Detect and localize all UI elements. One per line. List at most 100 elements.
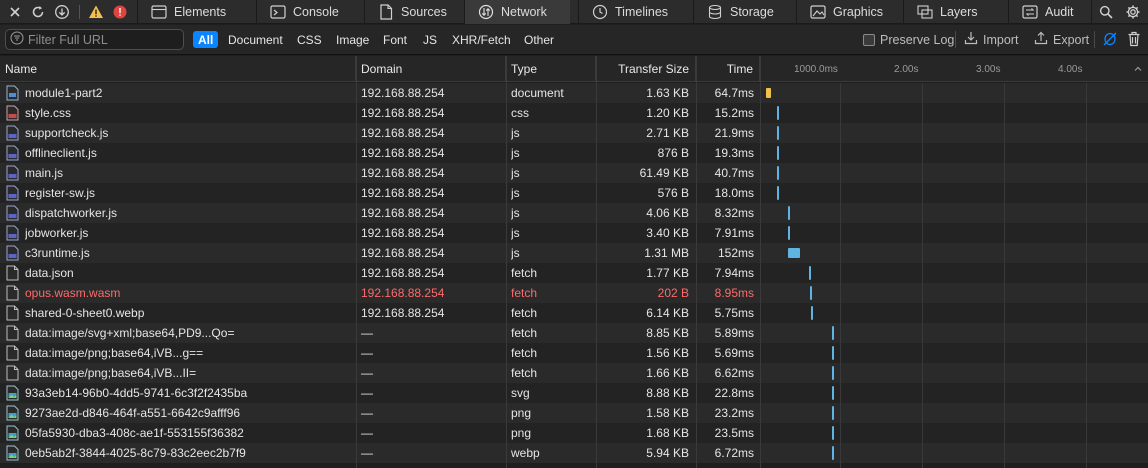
table-row[interactable]: 93a3eb14-96b0-4dd5-9741-6c3f2f2435ba — svg… bbox=[0, 383, 1148, 403]
table-row[interactable]: data:image/png;base64,iVB...II= — fetch 1.6… bbox=[0, 363, 1148, 383]
disable-cache-icon[interactable] bbox=[1100, 29, 1120, 49]
request-name: module1-part2 bbox=[25, 86, 103, 100]
table-row[interactable]: data.json 192.168.88.254 fetch 1.77 KB 7.94m… bbox=[0, 263, 1148, 283]
request-type: js bbox=[511, 146, 520, 160]
timeline-bar[interactable] bbox=[832, 426, 834, 440]
gear-icon[interactable] bbox=[1123, 2, 1143, 22]
timeline-bar[interactable] bbox=[811, 306, 813, 320]
timeline-bar[interactable] bbox=[788, 206, 790, 220]
timeline-bar[interactable] bbox=[809, 266, 811, 280]
tab-console[interactable]: Console bbox=[256, 0, 357, 24]
tab-elements[interactable]: Elements bbox=[137, 0, 240, 24]
request-name: jobworker.js bbox=[25, 226, 89, 240]
request-type: js bbox=[511, 126, 520, 140]
table-row[interactable]: register-sw.js 192.168.88.254 js 576 B 18.0m… bbox=[0, 183, 1148, 203]
reload-icon[interactable] bbox=[28, 2, 48, 22]
script-file-icon bbox=[6, 165, 19, 181]
timeline-bar[interactable] bbox=[788, 248, 800, 258]
filter-type-document[interactable]: Document bbox=[223, 31, 288, 48]
request-name: opus.wasm.wasm bbox=[25, 286, 121, 300]
column-divider bbox=[356, 56, 357, 468]
image-file-icon bbox=[6, 445, 19, 461]
table-row[interactable]: 05fa5930-dba3-408c-ae1f-553155f36382 — png… bbox=[0, 423, 1148, 443]
trash-icon[interactable] bbox=[1124, 29, 1144, 49]
table-row[interactable]: offlineclient.js 192.168.88.254 js 876 B 19.… bbox=[0, 143, 1148, 163]
request-transfer-size: 576 B bbox=[657, 186, 689, 200]
filter-type-all[interactable]: All bbox=[193, 31, 219, 48]
filter-type-css[interactable]: CSS bbox=[292, 31, 327, 48]
table-row[interactable]: module1-part2 192.168.88.254 document 1.63 … bbox=[0, 83, 1148, 103]
timeline-bar[interactable] bbox=[788, 226, 790, 240]
chevron-up-icon[interactable] bbox=[1133, 63, 1143, 77]
timeline-bar[interactable] bbox=[777, 166, 779, 180]
request-domain: 192.168.88.254 bbox=[361, 86, 445, 100]
request-type: js bbox=[511, 166, 520, 180]
timeline-bar[interactable] bbox=[777, 126, 779, 140]
request-type: fetch bbox=[511, 326, 538, 340]
tab-layers[interactable]: Layers bbox=[903, 0, 1001, 24]
request-name: dispatchworker.js bbox=[25, 206, 118, 220]
request-name: 9273ae2d-d846-464f-a551-6642c9afff96 bbox=[25, 406, 241, 420]
table-row[interactable]: 9273ae2d-d846-464f-a551-6642c9afff96 — png… bbox=[0, 403, 1148, 423]
export-button[interactable]: Export bbox=[1034, 30, 1089, 49]
script-file-icon bbox=[6, 125, 19, 141]
column-header-transfer-size[interactable]: Transfer Size bbox=[596, 56, 696, 82]
table-row[interactable]: jobworker.js 192.168.88.254 js 3.40 KB 7.91m… bbox=[0, 223, 1148, 243]
timeline-bar[interactable] bbox=[832, 386, 834, 400]
timeline-bar[interactable] bbox=[832, 366, 834, 380]
close-icon[interactable] bbox=[5, 2, 25, 22]
timelines-icon bbox=[591, 3, 609, 21]
tab-audit[interactable]: Audit bbox=[1008, 0, 1091, 24]
timeline-bar[interactable] bbox=[832, 406, 834, 420]
request-transfer-size: 8.85 KB bbox=[646, 326, 689, 340]
request-type: js bbox=[511, 186, 520, 200]
table-row[interactable]: main.js 192.168.88.254 js 61.49 KB 40.7ms bbox=[0, 163, 1148, 183]
filter-url-input[interactable] bbox=[28, 32, 178, 47]
file-icon bbox=[6, 265, 19, 281]
tab-network[interactable]: Network bbox=[464, 0, 570, 24]
column-header-time[interactable]: Time bbox=[696, 56, 760, 82]
column-divider bbox=[696, 56, 697, 468]
request-type: css bbox=[511, 106, 529, 120]
table-row[interactable]: 0eb5ab2f-3844-4025-8c79-83c2eec2b7f9 — web… bbox=[0, 443, 1148, 463]
column-header-name[interactable]: Name bbox=[0, 56, 356, 82]
download-icon[interactable] bbox=[52, 2, 72, 22]
tab-graphics[interactable]: Graphics bbox=[796, 0, 894, 24]
table-row[interactable]: supportcheck.js 192.168.88.254 js 2.71 KB 21… bbox=[0, 123, 1148, 143]
timeline-bar[interactable] bbox=[832, 326, 834, 340]
tab-sources[interactable]: Sources bbox=[364, 0, 464, 24]
image-file-icon bbox=[6, 385, 19, 401]
table-row[interactable]: opus.wasm.wasm 192.168.88.254 fetch 202 B 8.… bbox=[0, 283, 1148, 303]
warning-icon[interactable] bbox=[86, 2, 106, 22]
tab-storage[interactable]: Storage bbox=[693, 0, 788, 24]
column-header-domain[interactable]: Domain bbox=[356, 56, 506, 82]
column-header-type[interactable]: Type bbox=[506, 56, 596, 82]
table-row[interactable]: data:image/png;base64,iVB...g== — fetch 1.5… bbox=[0, 343, 1148, 363]
timeline-bar[interactable] bbox=[832, 446, 834, 460]
timeline-bar[interactable] bbox=[766, 88, 771, 98]
import-button[interactable]: Import bbox=[964, 30, 1018, 49]
filter-type-image[interactable]: Image bbox=[331, 31, 374, 48]
timeline-bar[interactable] bbox=[777, 106, 779, 120]
filter-search-box[interactable] bbox=[5, 29, 184, 50]
table-row[interactable]: shared-0-sheet0.webp 192.168.88.254 fetch 6… bbox=[0, 303, 1148, 323]
tab-timelines[interactable]: Timelines bbox=[578, 0, 689, 24]
timeline-bar[interactable] bbox=[832, 346, 834, 360]
request-transfer-size: 1.56 KB bbox=[646, 346, 689, 360]
network-filter-bar: All Document CSS Image Font JS XHR/Fetch… bbox=[0, 25, 1148, 55]
filter-type-font[interactable]: Font bbox=[378, 31, 412, 48]
table-row[interactable]: dispatchworker.js 192.168.88.254 js 4.06 KB… bbox=[0, 203, 1148, 223]
preserve-log-toggle[interactable]: Preserve Log bbox=[863, 30, 954, 49]
table-row[interactable]: data:image/svg+xml;base64,PD9...Qo= — fetc… bbox=[0, 323, 1148, 343]
timeline-bar[interactable] bbox=[777, 146, 779, 160]
error-icon[interactable] bbox=[110, 2, 130, 22]
filter-type-other[interactable]: Other bbox=[519, 31, 559, 48]
search-icon[interactable] bbox=[1096, 2, 1116, 22]
timeline-bar[interactable] bbox=[777, 186, 779, 200]
table-row[interactable]: c3runtime.js 192.168.88.254 js 1.31 MB 152ms bbox=[0, 243, 1148, 263]
filter-type-js[interactable]: JS bbox=[418, 31, 442, 48]
filter-type-xhr-fetch[interactable]: XHR/Fetch bbox=[447, 31, 516, 48]
table-row[interactable]: style.css 192.168.88.254 css 1.20 KB 15.2ms bbox=[0, 103, 1148, 123]
preserve-log-checkbox[interactable] bbox=[863, 33, 875, 46]
timeline-bar[interactable] bbox=[810, 286, 812, 300]
